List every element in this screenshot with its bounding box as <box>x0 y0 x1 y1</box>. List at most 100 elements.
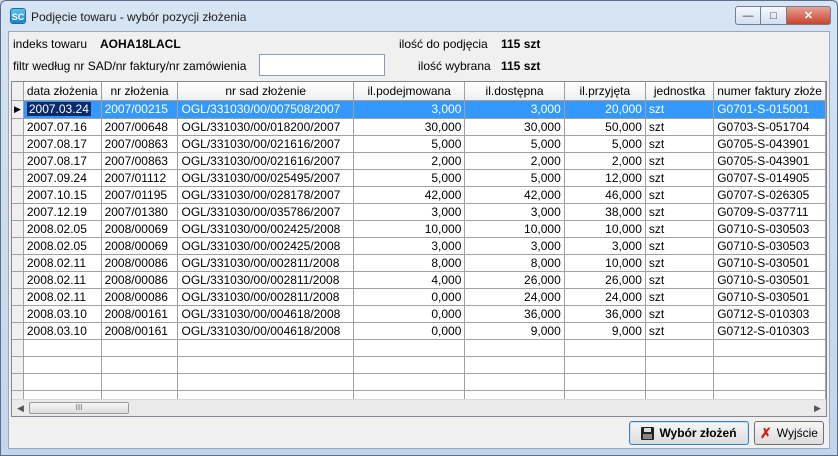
table-row[interactable]: 2008.02.05 2008/00069 OGL/331030/00/002425… <box>12 237 826 255</box>
table-cell[interactable]: OGL/331030/00/004618/2008 <box>177 305 354 323</box>
table-cell[interactable]: 10,000 <box>564 220 646 238</box>
positions-grid[interactable]: data złożenia nr złożenia nr sad złożenie i… <box>11 81 827 417</box>
title-bar[interactable]: SC Podjęcie towaru - wybór pozycji złoże… <box>1 1 837 31</box>
table-cell[interactable]: 2007/00863 <box>101 135 179 153</box>
table-cell[interactable]: G0710-S-030501 <box>713 288 826 306</box>
table-cell[interactable]: szt <box>645 100 715 119</box>
column-header[interactable]: nr sad złożenie <box>177 82 354 101</box>
table-cell[interactable]: 24,000 <box>464 288 565 306</box>
table-cell[interactable]: 10,000 <box>564 254 646 272</box>
minimize-button[interactable]: — <box>735 6 761 25</box>
table-cell[interactable]: 2007.08.17 <box>23 152 102 170</box>
table-row[interactable]: 2007.08.17 2007/00863 OGL/331030/00/021616… <box>12 135 826 153</box>
table-row[interactable]: 2008.02.11 2008/00086 OGL/331030/00/002811… <box>12 288 826 306</box>
table-row[interactable]: 2008.02.11 2008/00086 OGL/331030/00/002811… <box>12 254 826 272</box>
table-cell[interactable]: 2008/00069 <box>101 220 179 238</box>
table-cell[interactable]: G0705-S-043901 <box>713 152 826 170</box>
table-cell[interactable]: 36,000 <box>564 305 646 323</box>
maximize-button[interactable]: □ <box>761 6 787 25</box>
table-cell[interactable]: 0,000 <box>353 288 466 306</box>
table-cell[interactable]: 42,000 <box>464 186 565 204</box>
table-cell[interactable]: G0707-S-014905 <box>713 169 826 187</box>
column-header[interactable]: il.podejmowana <box>353 82 466 101</box>
table-cell[interactable]: 2007/00215 <box>101 100 179 119</box>
table-cell[interactable]: 8,000 <box>464 254 565 272</box>
table-cell[interactable]: 3,000 <box>464 237 565 255</box>
table-cell[interactable]: G0710-S-030501 <box>713 254 826 272</box>
table-cell[interactable]: 2007.03.24 <box>23 100 102 119</box>
column-header[interactable]: data złożenia <box>23 82 102 101</box>
table-row[interactable]: 2008.03.10 2008/00161 OGL/331030/00/004618… <box>12 305 826 323</box>
table-cell[interactable]: G0707-S-026305 <box>713 186 826 204</box>
scroll-thumb[interactable]: III <box>29 402 129 414</box>
table-cell[interactable]: 9,000 <box>464 322 565 340</box>
table-cell[interactable]: 0,000 <box>353 322 466 340</box>
row-indicator[interactable] <box>12 288 24 306</box>
table-cell[interactable]: 8,000 <box>353 254 466 272</box>
table-cell[interactable]: OGL/331030/00/004618/2008 <box>177 322 354 340</box>
table-cell[interactable]: 50,000 <box>564 118 646 136</box>
table-cell[interactable]: G0703-S-051704 <box>713 118 826 136</box>
exit-button[interactable]: ✗ Wyjście <box>754 421 824 445</box>
table-cell[interactable]: szt <box>645 237 715 255</box>
table-cell[interactable]: OGL/331030/00/002425/2008 <box>177 237 354 255</box>
table-cell[interactable]: 20,000 <box>564 100 646 119</box>
row-indicator[interactable] <box>12 322 24 340</box>
table-cell[interactable]: 26,000 <box>564 271 646 289</box>
table-cell[interactable]: 2007/00648 <box>101 118 179 136</box>
table-cell[interactable]: szt <box>645 152 715 170</box>
table-cell[interactable]: 24,000 <box>564 288 646 306</box>
table-cell[interactable]: OGL/331030/00/018200/2007 <box>177 118 354 136</box>
row-indicator[interactable] <box>12 152 24 170</box>
scroll-left-icon[interactable]: ◀ <box>12 400 29 416</box>
table-cell[interactable]: G0710-S-030501 <box>713 271 826 289</box>
table-cell[interactable]: OGL/331030/00/025495/2007 <box>177 169 354 187</box>
table-cell[interactable]: 36,000 <box>464 305 565 323</box>
table-cell[interactable]: 2008.02.11 <box>23 254 102 272</box>
column-header[interactable]: il.dostępna <box>464 82 565 101</box>
table-cell[interactable]: 5,000 <box>353 135 466 153</box>
horizontal-scrollbar[interactable]: ◀ III ▶ <box>12 399 826 416</box>
filter-input[interactable] <box>259 54 385 76</box>
table-cell[interactable]: 42,000 <box>353 186 466 204</box>
table-cell[interactable]: 26,000 <box>464 271 565 289</box>
table-cell[interactable]: 2008/00161 <box>101 322 179 340</box>
table-cell[interactable]: 2007/01380 <box>101 203 179 221</box>
table-cell[interactable]: 2,000 <box>464 152 565 170</box>
table-cell[interactable]: 2,000 <box>564 152 646 170</box>
table-cell[interactable]: szt <box>645 271 715 289</box>
column-header[interactable]: nr złożenia <box>101 82 179 101</box>
table-cell[interactable]: OGL/331030/00/002811/2008 <box>177 288 354 306</box>
table-cell[interactable]: szt <box>645 118 715 136</box>
table-cell[interactable]: 30,000 <box>353 118 466 136</box>
table-cell[interactable]: OGL/331030/00/007508/2007 <box>177 100 354 119</box>
table-cell[interactable]: szt <box>645 288 715 306</box>
row-indicator[interactable] <box>12 203 24 221</box>
row-indicator[interactable] <box>12 186 24 204</box>
row-indicator[interactable]: ▶ <box>12 100 24 119</box>
table-cell[interactable]: szt <box>645 169 715 187</box>
table-cell[interactable]: szt <box>645 305 715 323</box>
table-cell[interactable]: 3,000 <box>353 203 466 221</box>
table-cell[interactable]: 10,000 <box>353 220 466 238</box>
table-row[interactable]: 2007.12.19 2007/01380 OGL/331030/00/035786… <box>12 203 826 221</box>
table-row[interactable]: 2007.09.24 2007/01112 OGL/331030/00/025495… <box>12 169 826 187</box>
table-cell[interactable]: 38,000 <box>564 203 646 221</box>
table-cell[interactable]: 2007.08.17 <box>23 135 102 153</box>
table-cell[interactable]: 2008.02.05 <box>23 220 102 238</box>
table-cell[interactable]: 2008/00086 <box>101 254 179 272</box>
table-cell[interactable]: 30,000 <box>464 118 565 136</box>
table-cell[interactable]: 2007.09.24 <box>23 169 102 187</box>
table-cell[interactable]: 12,000 <box>564 169 646 187</box>
table-cell[interactable]: OGL/331030/00/002811/2008 <box>177 254 354 272</box>
table-cell[interactable]: 2007.10.15 <box>23 186 102 204</box>
table-cell[interactable]: 2008/00069 <box>101 237 179 255</box>
row-indicator[interactable] <box>12 169 24 187</box>
table-cell[interactable]: 10,000 <box>464 220 565 238</box>
row-indicator[interactable] <box>12 118 24 136</box>
table-cell[interactable]: szt <box>645 220 715 238</box>
table-cell[interactable]: G0712-S-010303 <box>713 305 826 323</box>
table-cell[interactable]: szt <box>645 186 715 204</box>
table-cell[interactable]: 9,000 <box>564 322 646 340</box>
column-header[interactable]: il.przyjęta <box>564 82 646 101</box>
